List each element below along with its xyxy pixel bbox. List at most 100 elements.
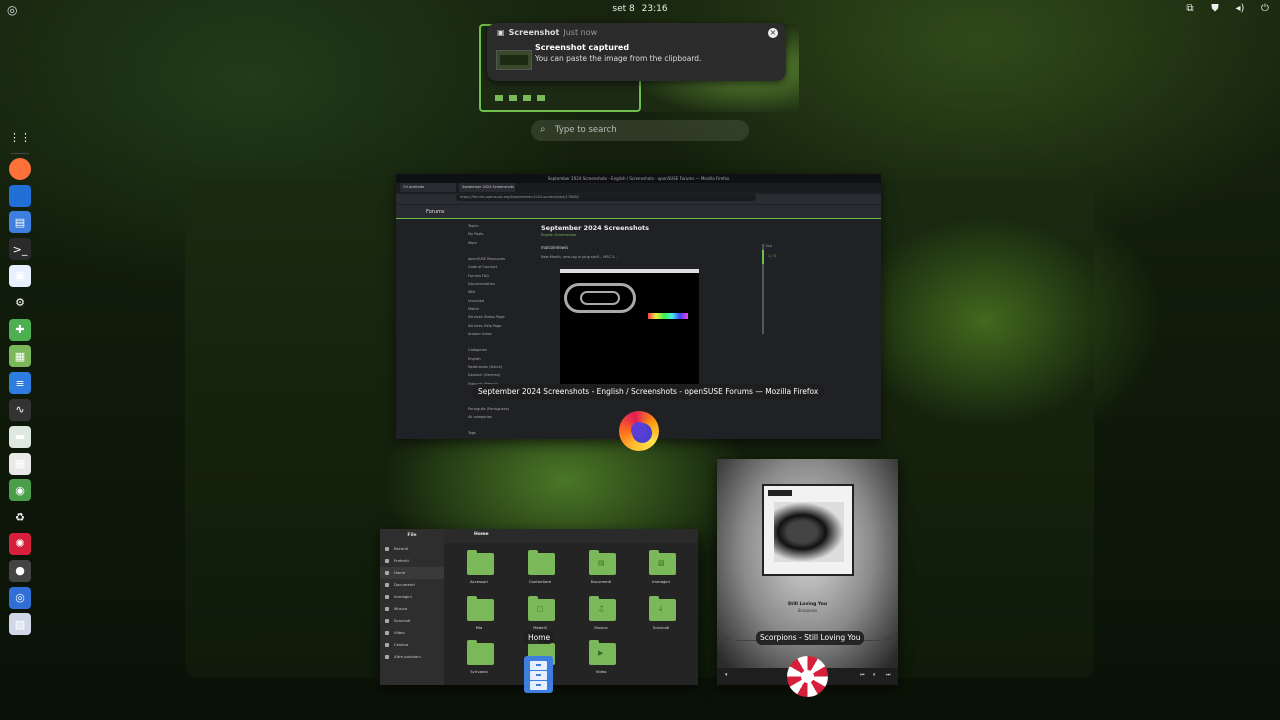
folder-item[interactable]: Scrivania <box>455 640 503 679</box>
folder-item[interactable]: Mia <box>455 596 503 635</box>
top-bar: ◎ set 8 23:16 ⧉ ⛊ ◂) ⏻ <box>0 0 1280 20</box>
close-icon[interactable]: × <box>768 28 778 38</box>
previous-icon[interactable]: ⏮ <box>860 672 865 678</box>
forum-sidebar-item[interactable]: Nederlands (Dutch) <box>468 365 538 373</box>
forum-sidebar-item[interactable]: My Posts <box>468 232 538 240</box>
firefox-window[interactable]: September 2024 Screenshots - English / S… <box>396 174 881 439</box>
files-sidebar-item[interactable]: Immagini <box>380 591 444 603</box>
forum-sidebar-item[interactable]: Forums FAQ <box>468 274 538 282</box>
screencast-icon[interactable]: ⧉ <box>1183 3 1197 14</box>
forum-sidebar-item[interactable]: Unsolved <box>468 299 538 307</box>
image-viewer-icon[interactable]: ▬ <box>9 425 31 448</box>
album-cover <box>762 484 854 576</box>
forum-sidebar-item[interactable] <box>468 340 538 348</box>
url-field[interactable]: https://forums.opensuse.org/t/september-… <box>456 194 756 201</box>
folder-item[interactable]: Accessori <box>455 550 503 589</box>
forum-sidebar-item[interactable]: Português (Portuguese) <box>468 407 538 415</box>
timeline[interactable] <box>762 244 764 334</box>
pause-icon[interactable]: ⏸ <box>873 672 876 678</box>
chromium-icon[interactable]: ◎ <box>9 586 31 609</box>
files-icon[interactable]: ▤ <box>9 211 31 234</box>
files-sidebar-item[interactable]: Preferiti <box>380 555 444 567</box>
next-icon[interactable]: ⏭ <box>886 672 891 678</box>
forum-sidebar-item[interactable]: Deutsch (German) <box>468 373 538 381</box>
files-sidebar-item[interactable]: Cestino <box>380 639 444 651</box>
menu-icon[interactable]: ▾ <box>725 672 728 678</box>
folder-item[interactable]: ↓ Scaricati <box>637 596 685 635</box>
timeline-position: 1 / 3 <box>768 254 776 258</box>
folder-item[interactable]: ▢ Modelli <box>516 596 564 635</box>
forum-sidebar-item[interactable]: Services Help Page <box>468 324 538 332</box>
forum-sidebar-item[interactable]: More <box>468 241 538 249</box>
system-tray[interactable]: ⧉ ⛊ ◂) ⏻ <box>1183 3 1272 14</box>
shield-icon[interactable]: ⛊ <box>1208 3 1222 14</box>
folder-item[interactable]: ▤ Documenti <box>577 550 625 589</box>
power-icon[interactable]: ⏻ <box>1258 3 1272 14</box>
software-icon[interactable]: ▣ <box>9 264 31 287</box>
folder-label: Mia <box>475 625 483 630</box>
folder-icon <box>467 596 494 621</box>
folder-icon: ▶ <box>589 640 616 665</box>
files-sidebar-item[interactable]: Musica <box>380 603 444 615</box>
folder-item[interactable]: ▨ Immagini <box>637 550 685 589</box>
window-title-tooltip: September 2024 Screenshots - English / S… <box>472 384 825 399</box>
folder-item[interactable]: ▶ Video <box>577 640 625 679</box>
forum-sidebar-item[interactable]: All categories <box>468 415 538 423</box>
screenshot-image <box>560 269 699 384</box>
screenshot-app-icon[interactable]: ▧ <box>9 613 31 636</box>
folder-item[interactable]: ♫ Musica <box>577 596 625 635</box>
forum-sidebar-item[interactable] <box>468 249 538 257</box>
forum-sidebar-item[interactable]: Topics <box>468 224 538 232</box>
lollypop-icon[interactable]: ✺ <box>9 532 31 555</box>
system-monitor-icon[interactable]: ∿ <box>9 398 31 421</box>
forum-sidebar-item[interactable]: Documentation <box>468 282 538 290</box>
folder-icon: ▨ <box>649 550 676 575</box>
forum-sidebar-item[interactable]: openSUSE Resources <box>468 257 538 265</box>
firefox-icon[interactable] <box>619 411 659 451</box>
post-title: September 2024 Screenshots <box>541 224 650 232</box>
files-sidebar-item[interactable]: Documenti <box>380 579 444 591</box>
notification[interactable]: ▣ Screenshot Just now × Screenshot captu… <box>487 23 786 81</box>
forum-sidebar-item[interactable]: Matrix <box>468 307 538 315</box>
clock[interactable]: set 8 23:16 <box>0 4 1280 14</box>
text-editor-icon[interactable]: ≡ <box>9 372 31 395</box>
tab-2[interactable]: September 2024 Screenshots <box>459 183 515 192</box>
folder-label: Modelli <box>533 625 547 630</box>
tab-1[interactable]: Oil Aceitada <box>400 183 456 192</box>
forum-sidebar-item[interactable]: Wiki <box>468 290 538 298</box>
album-art <box>774 502 844 562</box>
search-input[interactable]: ⌕ Type to search <box>531 120 749 141</box>
volume-icon[interactable]: ◂) <box>1233 3 1247 14</box>
calculator-icon[interactable]: ▦ <box>9 452 31 475</box>
recycle-icon[interactable]: ♻ <box>9 506 31 528</box>
dark-app-icon[interactable]: ● <box>9 559 31 582</box>
lollypop-app-icon[interactable] <box>787 656 828 697</box>
forum-sidebar-item[interactable]: Answer Index <box>468 332 538 340</box>
forum-sidebar-item[interactable]: Categories <box>468 348 538 356</box>
terminal-icon[interactable]: >_ <box>9 238 31 261</box>
forum-sidebar-item[interactable] <box>468 423 538 431</box>
forum-sidebar-item[interactable]: Code of Conduct <box>468 265 538 273</box>
opensuse-icon[interactable]: ◉ <box>9 479 31 502</box>
forum-sidebar-item[interactable] <box>468 398 538 406</box>
forum-sidebar-item[interactable]: Tags <box>468 431 538 439</box>
firefox-icon[interactable] <box>9 157 31 180</box>
app-grid-icon[interactable]: ⋮⋮ <box>9 126 31 148</box>
extensions-icon[interactable]: ✚ <box>9 318 31 341</box>
files-sidebar-item[interactable]: Altre posizioni <box>380 651 444 663</box>
folder-item[interactable]: Contenitore <box>516 550 564 589</box>
settings-icon[interactable]: ⚙ <box>9 292 31 314</box>
files-sidebar-item[interactable]: Recenti <box>380 543 444 555</box>
files-sidebar-item[interactable]: Video <box>380 627 444 639</box>
files-app-icon[interactable] <box>524 656 553 693</box>
archive-icon[interactable]: ▦ <box>9 345 31 368</box>
forum-sidebar-item[interactable]: Services Status Page <box>468 315 538 323</box>
forum-sidebar-item[interactable]: English <box>468 357 538 365</box>
post-text: New Month, new log-in plug stuff... MSC … <box>541 255 618 259</box>
tab-bar: Oil Aceitada September 2024 Screenshots <box>396 183 881 193</box>
files-sidebar-item[interactable]: Scaricati <box>380 615 444 627</box>
music-window[interactable]: Still Loving You Scorpions 0:01 6:27 ▾ ⏮… <box>717 459 898 685</box>
folder-label: Accessori <box>470 579 488 584</box>
files-sidebar-item[interactable]: Home <box>380 567 444 579</box>
thunderbird-icon[interactable] <box>9 184 31 207</box>
